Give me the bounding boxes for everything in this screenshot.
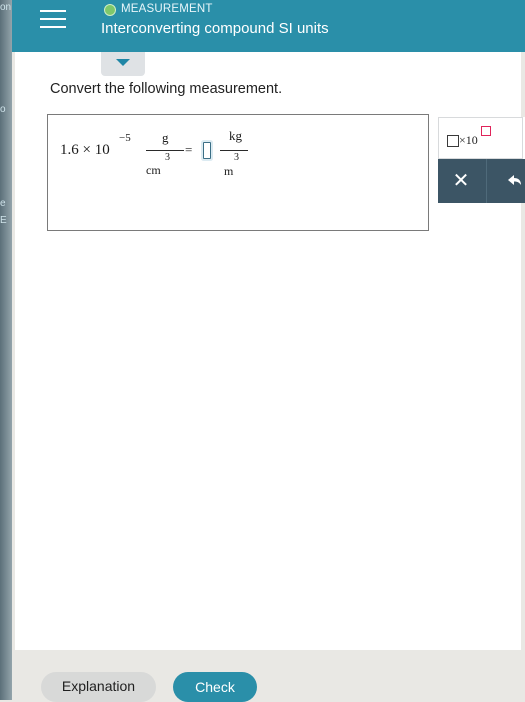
target-fraction-bar — [220, 150, 248, 151]
tool-row: ✕ — [438, 159, 525, 203]
clear-button[interactable]: ✕ — [438, 159, 484, 203]
chevron-down-icon — [116, 59, 130, 66]
check-button[interactable]: Check — [173, 672, 257, 702]
status-dot-icon — [104, 4, 116, 16]
bezel-fragment: E — [0, 215, 7, 226]
bezel-fragment: o — [0, 104, 6, 115]
undo-button[interactable] — [486, 159, 525, 203]
answer-input[interactable] — [203, 142, 211, 159]
exponent-box-icon — [481, 126, 491, 136]
coefficient: 1.6 × 10 — [60, 142, 110, 158]
exponent: −5 — [119, 132, 131, 144]
device-bezel: on o e E — [0, 0, 12, 700]
given-fraction-bar — [146, 150, 184, 151]
bezel-fragment: on — [0, 2, 12, 13]
bezel-fragment: e — [0, 198, 6, 209]
scientific-notation-button[interactable]: ×10 — [438, 117, 523, 159]
sci-label: ×10 — [459, 133, 478, 147]
given-denominator-power: 3 — [165, 152, 170, 163]
base-box-icon — [447, 135, 459, 147]
equals-sign: = — [185, 142, 193, 157]
given-numerator: g — [162, 130, 169, 145]
collapse-toggle[interactable] — [101, 52, 145, 76]
math-toolbar: ×10 ✕ — [438, 117, 525, 203]
hamburger-menu-icon[interactable] — [40, 10, 66, 34]
page-title: Interconverting compound SI units — [101, 20, 329, 37]
topic-text: MEASUREMENT — [121, 3, 213, 15]
target-numerator: kg — [229, 128, 242, 143]
header-bar: MEASUREMENT Interconverting compound SI … — [12, 0, 525, 52]
explanation-button[interactable]: Explanation — [41, 672, 156, 702]
answer-box[interactable]: 1.6 × 10 −5 g 3 cm = kg 3 m — [47, 114, 429, 231]
target-denominator-power: 3 — [234, 152, 239, 163]
instruction-text: Convert the following measurement. — [50, 81, 283, 97]
given-denominator: cm — [146, 163, 161, 177]
target-denominator: m — [224, 164, 234, 178]
undo-icon — [508, 175, 521, 185]
